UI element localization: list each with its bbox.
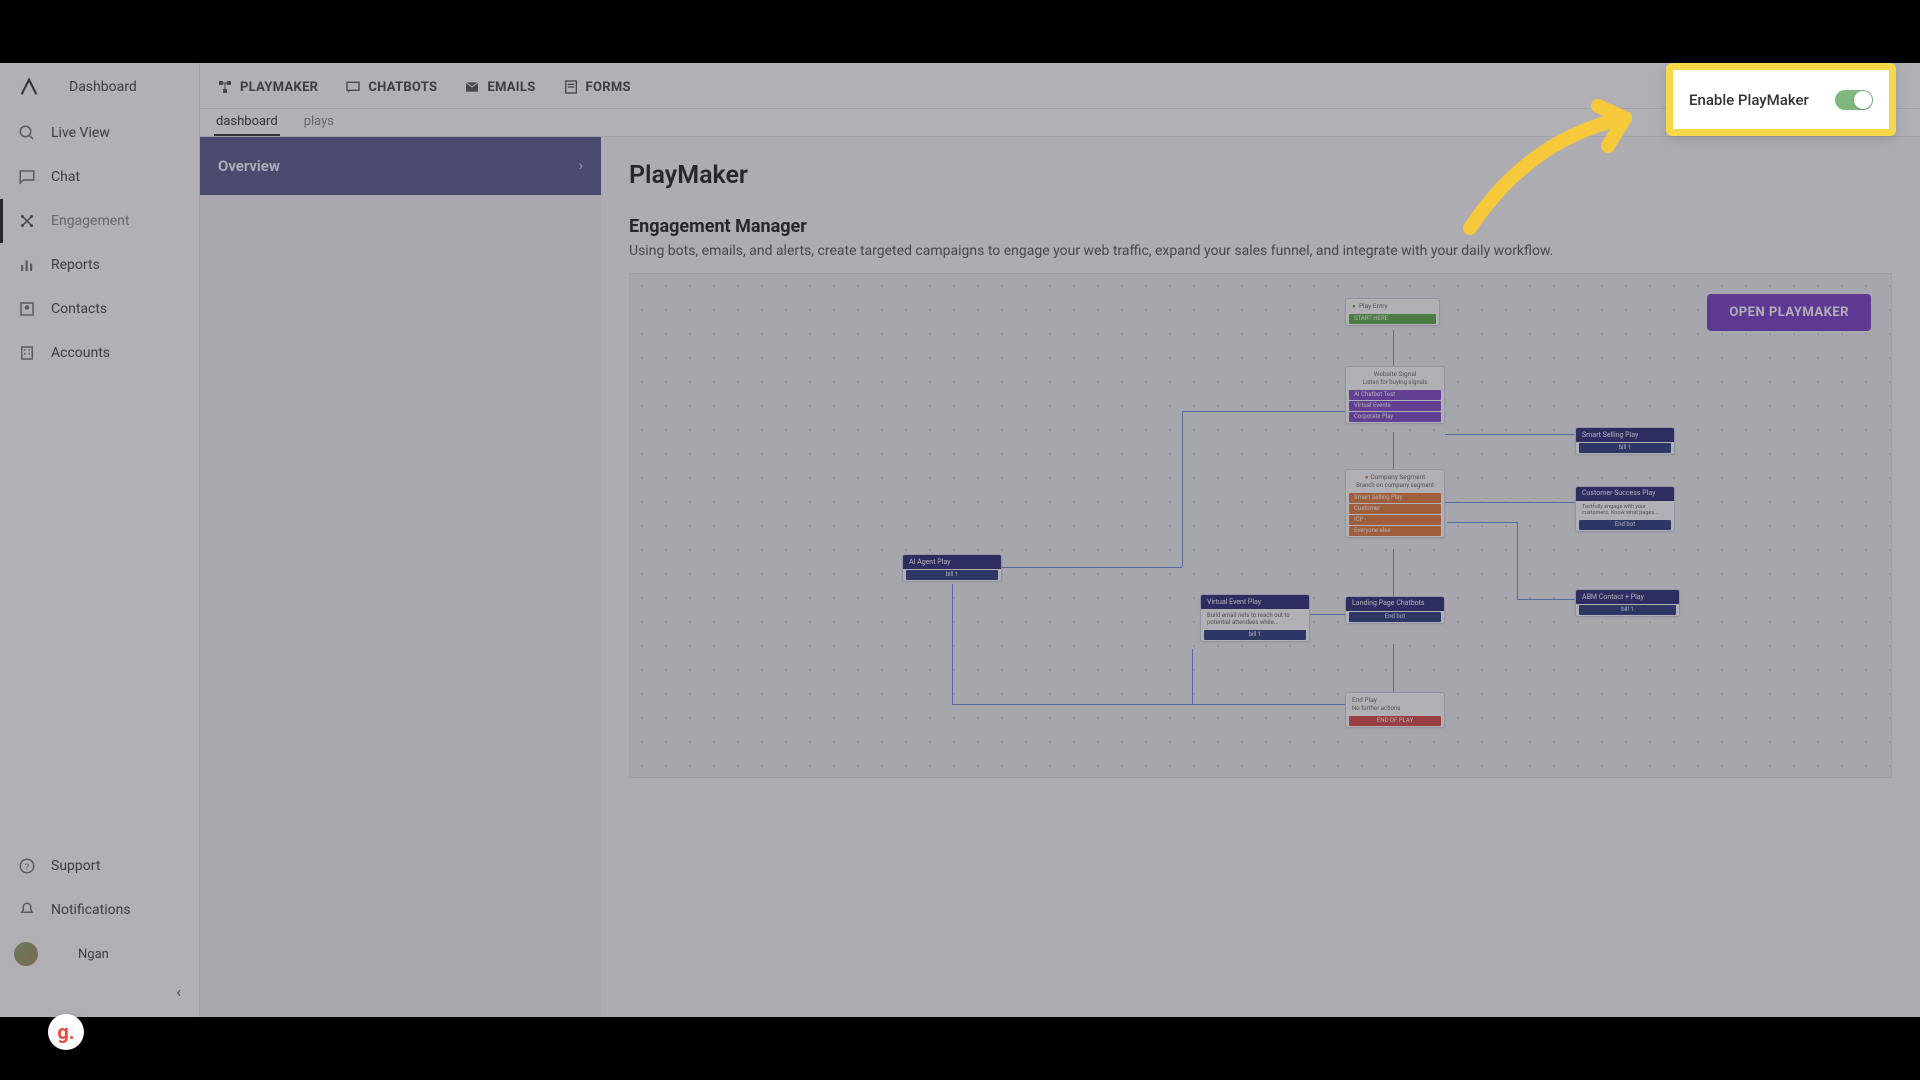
subtab-dashboard[interactable]: dashboard [214,114,280,136]
sidebar-item-label: Support [51,858,100,874]
node-abm[interactable]: ABM Contact + Play bill 1 [1575,589,1680,617]
topbar-tab-forms[interactable]: FORMS [562,78,631,108]
sidebar-item-engagement[interactable]: Engagement [0,199,199,243]
engagement-icon [17,211,37,231]
form-icon [562,78,580,96]
app-logo-icon [17,75,41,99]
avatar [14,942,38,966]
chatbot-icon [344,78,362,96]
topbar-tab-emails[interactable]: EMAILS [463,78,535,108]
chevron-right-icon: › [579,158,583,174]
chevron-left-icon: ‹ [176,982,181,1001]
subtab-plays[interactable]: plays [302,114,336,136]
sidebar-item-label: Dashboard [69,79,137,95]
sidebar-item-label: Contacts [51,301,107,317]
page-title: PlayMaker [629,161,1892,190]
globe-search-icon [17,123,37,143]
node-website-signal[interactable]: Website SignalListen for buying signals … [1345,366,1445,424]
node-landing[interactable]: Landing Page Chatbots End bot [1345,596,1445,624]
node-customer-success[interactable]: Customer Success Play Tactfully engage w… [1575,486,1675,532]
topbar-tab-playmaker[interactable]: PLAYMAKER [216,78,318,108]
sidebar-item-notifications[interactable]: Notifications [0,888,199,932]
sidebar-item-label: Engagement [51,213,129,229]
sidebar-item-reports[interactable]: Reports [0,243,199,287]
playmaker-canvas: OPEN PLAYMAKER ●Play Entry START HERE We… [629,273,1892,778]
enable-playmaker-label: Enable PlayMaker [1689,91,1809,109]
grammarly-badge[interactable]: g. [48,1014,84,1050]
sidebar-item-label: Reports [51,257,100,273]
collapse-sidebar-button[interactable]: ‹ [0,976,199,1007]
node-play-entry[interactable]: ●Play Entry START HERE [1345,298,1440,326]
secondary-panel: Overview › [200,137,601,1017]
enable-playmaker-highlight: Enable PlayMaker [1666,63,1896,136]
annotation-arrow-icon [1450,98,1670,248]
topbar-tab-label: FORMS [586,80,631,95]
email-icon [463,78,481,96]
sidebar-item-label: Accounts [51,345,110,361]
topbar-tab-label: EMAILS [487,80,535,95]
topbar-tab-chatbots[interactable]: CHATBOTS [344,78,437,108]
bar-chart-icon [17,255,37,275]
section-title: Engagement Manager [629,216,1892,237]
node-company-segment[interactable]: ● Company SegmentBranch on company segme… [1345,469,1445,538]
sidebar-user[interactable]: Ngan [0,932,199,976]
node-ai-agent[interactable]: AI Agent Play bill 1 [902,554,1002,582]
enable-playmaker-toggle[interactable] [1835,90,1873,110]
bell-icon [17,900,37,920]
node-end-play[interactable]: End PlayNo further actions END OF PLAY [1345,692,1445,728]
sidebar-item-accounts[interactable]: Accounts [0,331,199,375]
user-name: Ngan [78,947,109,962]
content-panel: PlayMaker Engagement Manager Using bots,… [601,137,1920,1017]
sidebar-item-dashboard[interactable]: Dashboard [0,63,199,111]
toggle-knob [1854,91,1872,109]
sidebar-item-support[interactable]: ? Support [0,844,199,888]
flow-icon [216,78,234,96]
flow-diagram: ●Play Entry START HERE Website SignalLis… [630,274,1891,777]
chat-icon [17,167,37,187]
sidebar-item-label: Notifications [51,902,131,918]
sidebar-item-contacts[interactable]: Contacts [0,287,199,331]
sidebar-item-chat[interactable]: Chat [0,155,199,199]
building-icon [17,343,37,363]
sidebar-item-label: Live View [51,125,110,141]
sidebar-item-label: Chat [51,169,80,185]
topbar-tab-label: CHATBOTS [368,80,437,95]
topbar-tab-label: PLAYMAKER [240,80,318,95]
overview-label: Overview [218,157,280,175]
help-icon: ? [17,856,37,876]
svg-text:?: ? [25,863,29,873]
node-smart-selling[interactable]: Smart Selling Play bill 1 [1575,427,1675,455]
sidebar-item-liveview[interactable]: Live View [0,111,199,155]
node-virtual-event[interactable]: Virtual Event Play Build email nets to r… [1200,594,1310,642]
left-sidebar: Dashboard Live View Chat Engagement [0,63,200,1017]
section-desc: Using bots, emails, and alerts, create t… [629,243,1892,259]
contact-icon [17,299,37,319]
overview-card[interactable]: Overview › [200,137,601,195]
